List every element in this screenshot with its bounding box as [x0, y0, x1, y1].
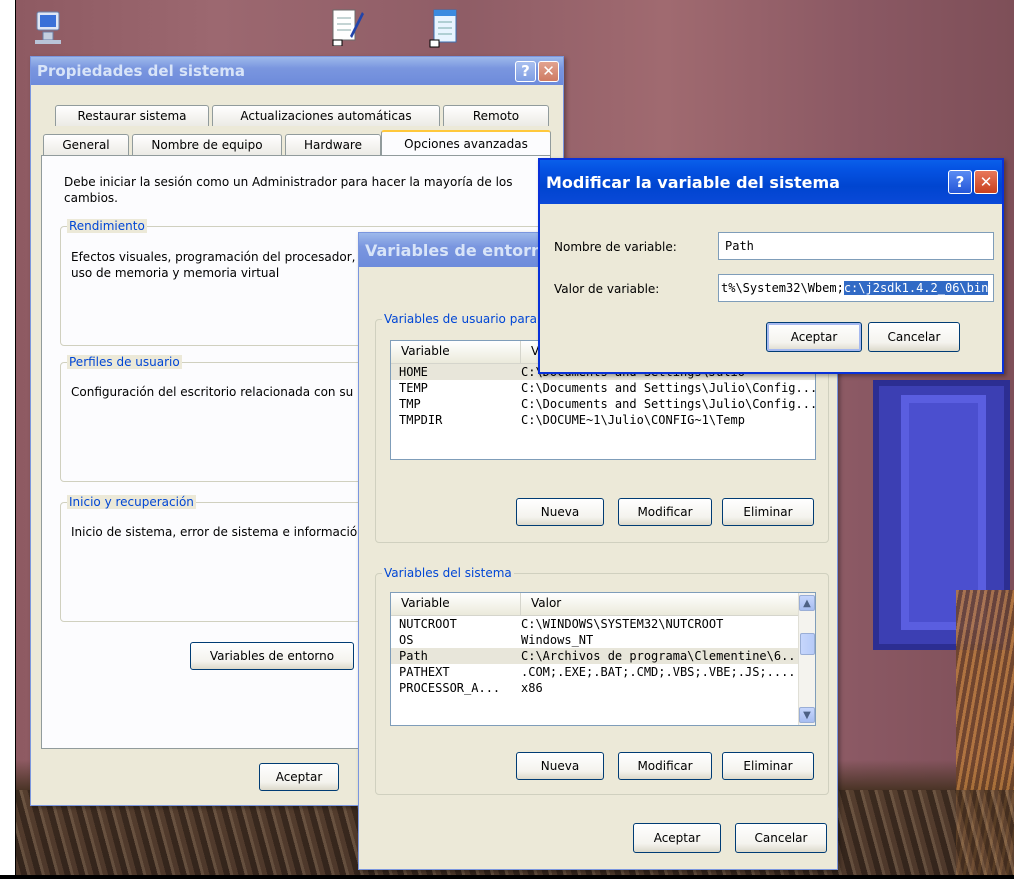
- tab-nombre-de-equipo[interactable]: Nombre de equipo: [132, 134, 282, 155]
- list-item[interactable]: OS Windows_NT: [391, 632, 798, 648]
- var-value: C:\Archivos de programa\Clementine\6....: [521, 649, 798, 663]
- system-variables-list[interactable]: Variable Valor NUTCROOT C:\WINDOWS\SYSTEM…: [390, 592, 816, 726]
- edit-system-variable-window: Modificar la variable del sistema ? ✕ No…: [538, 158, 1004, 374]
- startup-recovery-text: Inicio de sistema, error de sistema e in…: [71, 525, 357, 539]
- startup-recovery-label: Inicio y recuperación: [67, 495, 196, 509]
- window-title: Propiedades del sistema: [37, 62, 246, 80]
- scroll-up-icon[interactable]: ▲: [799, 595, 815, 611]
- edit-ok-button[interactable]: Aceptar: [766, 322, 862, 352]
- close-icon[interactable]: ✕: [974, 170, 998, 194]
- window-title: Variables de entorno: [365, 240, 554, 260]
- system-properties-titlebar[interactable]: Propiedades del sistema ? ✕: [31, 57, 563, 85]
- sysprops-ok-button[interactable]: Aceptar: [259, 763, 339, 791]
- user-delete-button[interactable]: Eliminar: [722, 498, 814, 526]
- envvars-ok-button[interactable]: Aceptar: [633, 823, 721, 853]
- var-value: .COM;.EXE;.BAT;.CMD;.VBS;.VBE;.JS;....: [521, 665, 796, 679]
- var-name: TMP: [399, 397, 421, 411]
- list-item[interactable]: TMPDIR C:\DOCUME~1\Julio\CONFIG~1\Temp: [391, 412, 815, 428]
- variable-name-label: Nombre de variable:: [554, 240, 677, 254]
- list-item[interactable]: PATHEXT .COM;.EXE;.BAT;.CMD;.VBS;.VBE;.JS…: [391, 664, 798, 680]
- list-item[interactable]: TMP C:\Documents and Settings\Julio\Confi…: [391, 396, 815, 412]
- variable-value-text: t%\System32\Wbem;: [721, 281, 844, 295]
- computer-icon[interactable]: [33, 10, 65, 44]
- tab-label: General: [62, 138, 110, 152]
- var-name: TEMP: [399, 381, 428, 395]
- system-edit-button[interactable]: Modificar: [618, 752, 712, 780]
- variable-name-field[interactable]: Path: [718, 232, 994, 260]
- var-value: Windows_NT: [521, 633, 594, 647]
- user-profiles-text: Configuración del escritorio relacionada…: [71, 385, 361, 399]
- variable-value-label: Valor de variable:: [554, 282, 660, 296]
- bottom-frame-line: [0, 875, 1014, 879]
- user-profiles-label: Perfiles de usuario: [67, 355, 182, 369]
- list-item[interactable]: TEMP C:\Documents and Settings\Julio\Conf…: [391, 380, 815, 396]
- var-value: C:\Documents and Settings\Julio\Config..…: [521, 381, 815, 395]
- scroll-thumb[interactable]: [800, 633, 815, 655]
- col-valor-header[interactable]: Valor: [521, 593, 798, 615]
- list-item[interactable]: PROCESSOR_A... x86: [391, 680, 798, 696]
- notepad-shortcut-icon[interactable]: [330, 6, 364, 47]
- close-icon[interactable]: ✕: [538, 60, 559, 82]
- list-header: Variable Valor: [391, 593, 798, 616]
- col-variable-header[interactable]: Variable: [391, 341, 521, 363]
- var-name: PATHEXT: [399, 665, 450, 679]
- tab-label: Remoto: [472, 109, 520, 123]
- col-variable-header[interactable]: Variable: [391, 593, 521, 615]
- system-variables-group: Variables del sistema Variable Valor NUT…: [375, 566, 829, 795]
- environment-variables-button[interactable]: Variables de entorno: [190, 642, 354, 670]
- tab-opciones-avanzadas[interactable]: Opciones avanzadas: [381, 130, 551, 155]
- system-variables-label: Variables del sistema: [382, 566, 514, 580]
- list-item[interactable]: Path C:\Archivos de programa\Clementine\6…: [391, 648, 798, 664]
- tab-label: Restaurar sistema: [77, 109, 187, 123]
- tab-actualizaciones[interactable]: Actualizaciones automáticas: [212, 105, 440, 126]
- tab-label: Nombre de equipo: [151, 138, 263, 152]
- system-list-scrollbar[interactable]: ▲ ▼: [798, 593, 815, 725]
- system-new-button[interactable]: Nueva: [516, 752, 604, 780]
- performance-text: Efectos visuales, programación del proce…: [71, 250, 356, 280]
- user-new-button[interactable]: Nueva: [516, 498, 604, 526]
- var-value: x86: [521, 681, 543, 695]
- tab-hardware[interactable]: Hardware: [285, 134, 381, 155]
- edit-cancel-button[interactable]: Cancelar: [868, 322, 960, 352]
- window-title: Modificar la variable del sistema: [546, 172, 840, 192]
- notepad-shortcut-icon-2[interactable]: [428, 8, 460, 48]
- user-edit-button[interactable]: Modificar: [618, 498, 712, 526]
- tab-general[interactable]: General: [43, 134, 129, 155]
- tab-label: Hardware: [304, 138, 362, 152]
- var-value: C:\Documents and Settings\Julio\Config..…: [521, 397, 815, 411]
- scroll-down-icon[interactable]: ▼: [799, 707, 815, 723]
- performance-label: Rendimiento: [67, 219, 147, 233]
- help-icon[interactable]: ?: [515, 60, 536, 82]
- tab-remoto[interactable]: Remoto: [443, 105, 549, 126]
- list-item[interactable]: NUTCROOT C:\WINDOWS\SYSTEM32\NUTCROOT: [391, 616, 798, 632]
- var-name: PROCESSOR_A...: [399, 681, 501, 695]
- var-value: C:\WINDOWS\SYSTEM32\NUTCROOT: [521, 617, 724, 631]
- tab-restaurar-sistema[interactable]: Restaurar sistema: [55, 105, 209, 126]
- variable-name-value: Path: [725, 239, 754, 253]
- admin-note: Debe iniciar la sesión como un Administr…: [64, 175, 513, 205]
- tab-label: Opciones avanzadas: [404, 136, 528, 151]
- tab-label: Actualizaciones automáticas: [240, 109, 412, 123]
- var-name: OS: [399, 633, 414, 647]
- edit-variable-titlebar[interactable]: Modificar la variable del sistema ? ✕: [540, 160, 1002, 204]
- help-icon[interactable]: ?: [948, 170, 972, 194]
- var-name: NUTCROOT: [399, 617, 457, 631]
- var-name: TMPDIR: [399, 413, 443, 427]
- var-name: Path: [399, 649, 428, 663]
- variable-value-field[interactable]: t%\System32\Wbem; c:\j2sdk1.4.2_06\bin: [718, 274, 994, 302]
- variable-value-selection: c:\j2sdk1.4.2_06\bin: [843, 281, 989, 295]
- envvars-cancel-button[interactable]: Cancelar: [735, 823, 827, 853]
- var-value: C:\DOCUME~1\Julio\CONFIG~1\Temp: [521, 413, 745, 427]
- system-delete-button[interactable]: Eliminar: [722, 752, 814, 780]
- var-name: HOME: [399, 365, 428, 379]
